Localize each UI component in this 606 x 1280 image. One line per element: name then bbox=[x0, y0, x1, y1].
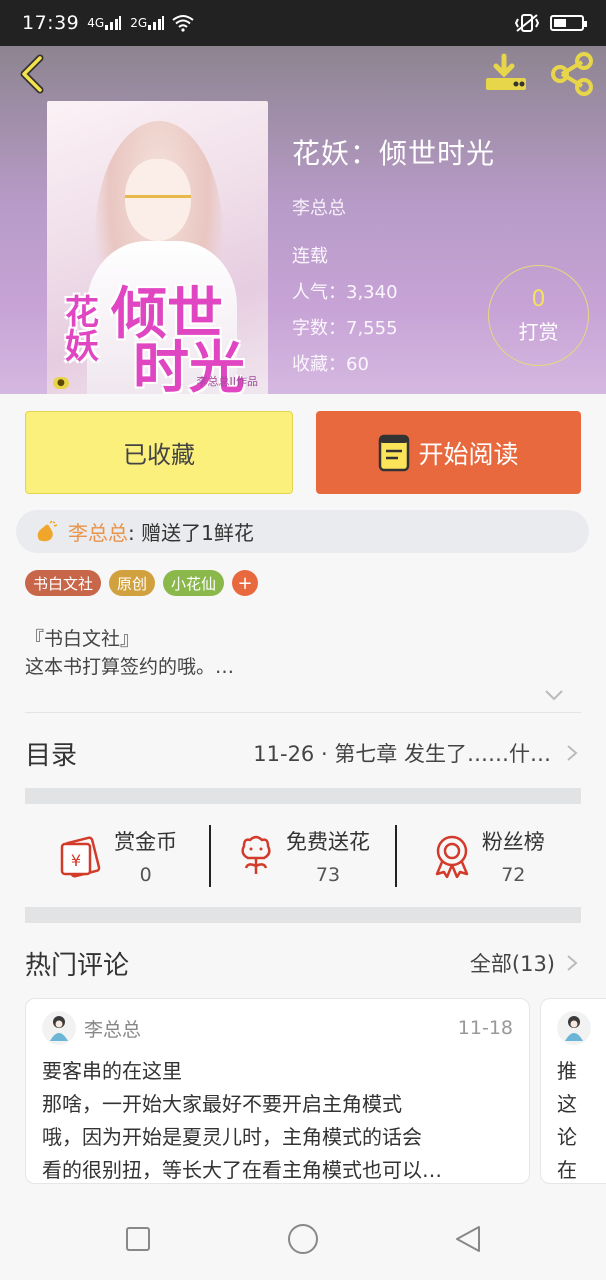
comment-line: 那啥，一开始大家最好不要开启主角模式 bbox=[42, 1092, 402, 1116]
tag-item[interactable]: 书白文社 bbox=[25, 570, 102, 596]
comment-line: 在 bbox=[557, 1158, 577, 1182]
cover-author: 李总总II作品 bbox=[196, 375, 259, 388]
status-bar: 17:39 4G 2G bbox=[0, 0, 606, 46]
book-title: 花妖：倾世时光 bbox=[292, 137, 496, 170]
svg-text:¥: ¥ bbox=[71, 851, 81, 870]
tag-list: 书白文社 原创 小花仙 + bbox=[25, 570, 259, 596]
section-separator bbox=[25, 907, 581, 923]
comment-user[interactable]: 李总总 bbox=[84, 1015, 141, 1042]
status-time: 17:39 bbox=[22, 12, 80, 34]
download-button[interactable] bbox=[482, 52, 530, 96]
flower-icon bbox=[241, 835, 271, 874]
comment-line: 看的很别扭，等长大了在看主角模式也可以… bbox=[42, 1158, 442, 1182]
download-icon bbox=[486, 53, 526, 90]
coin-reward-button[interactable]: ¥ 赏金币 0 bbox=[25, 818, 210, 894]
section-separator bbox=[25, 788, 581, 804]
comment-line: 推 bbox=[557, 1059, 577, 1083]
reward-count: 0 bbox=[531, 286, 546, 312]
all-comments-link[interactable]: 全部(13) bbox=[470, 948, 555, 978]
cover-logo: ● bbox=[53, 377, 69, 389]
signal-icon bbox=[148, 16, 165, 30]
battery-icon bbox=[550, 15, 587, 31]
chevron-right-icon bbox=[567, 745, 578, 761]
tag-item[interactable]: 原创 bbox=[109, 570, 156, 596]
book-popularity: 人气：3,340 bbox=[292, 282, 398, 303]
stat-name: 免费送花 bbox=[285, 830, 370, 854]
signal-2g-label: 2G bbox=[130, 16, 148, 30]
book-word-count: 字数：7,555 bbox=[292, 318, 398, 339]
free-flower-button[interactable]: 免费送花 73 bbox=[210, 818, 395, 894]
stat-name: 赏金币 bbox=[114, 830, 178, 854]
stat-value: 73 bbox=[315, 864, 341, 886]
stat-name: 粉丝榜 bbox=[481, 830, 545, 854]
vibrate-icon bbox=[514, 14, 540, 32]
expand-intro-button[interactable] bbox=[543, 684, 565, 706]
system-nav-bar bbox=[0, 1196, 606, 1280]
book-author[interactable]: 李总总 bbox=[292, 194, 495, 220]
chevron-right-icon bbox=[567, 955, 578, 971]
tag-item[interactable]: 小花仙 bbox=[163, 570, 225, 596]
reward-button[interactable]: 0 打赏 bbox=[488, 265, 589, 366]
hot-comments-header: 热门评论 全部(13) bbox=[25, 938, 581, 988]
wifi-icon bbox=[172, 15, 194, 32]
reward-label: 打赏 bbox=[518, 319, 559, 344]
start-reading-label: 开始阅读 bbox=[418, 439, 519, 469]
intro-line: 这本书打算签约的哦。… bbox=[25, 656, 235, 678]
collect-button[interactable]: 已收藏 bbox=[25, 411, 293, 494]
start-reading-button[interactable]: 开始阅读 bbox=[316, 411, 581, 494]
comment-line: 哦，因为开始是夏灵儿时，主角模式的话会 bbox=[42, 1125, 422, 1149]
stats-row: ¥ 赏金币 0 免费送花 73 粉丝榜 72 bbox=[25, 818, 581, 894]
share-button[interactable] bbox=[548, 52, 596, 96]
book-header: 花妖 倾世 时光 ● 李总总II作品 花妖：倾世时光 李总总 连载 人气：3,3… bbox=[0, 46, 606, 394]
intro-line: 『书白文社』 bbox=[25, 628, 140, 650]
book-status: 连载 bbox=[292, 246, 328, 267]
hot-comments-title: 热门评论 bbox=[25, 950, 130, 981]
back-button[interactable] bbox=[12, 52, 52, 96]
chevron-left-icon bbox=[20, 54, 44, 94]
divider bbox=[395, 825, 397, 887]
fan-ranking-button[interactable]: 粉丝榜 72 bbox=[396, 818, 581, 894]
comment-date: 11-18 bbox=[457, 1017, 513, 1039]
avatar[interactable] bbox=[557, 1011, 591, 1045]
comment-text: 要客串的在这里 那啥，一开始大家最好不要开启主角模式 哦，因为开始是夏灵儿时，主… bbox=[26, 1045, 529, 1183]
divider bbox=[209, 825, 211, 887]
signal-4g-label: 4G bbox=[87, 16, 105, 30]
share-icon bbox=[551, 52, 593, 96]
book-icon bbox=[379, 434, 410, 471]
red-envelope-icon: ¥ bbox=[60, 836, 101, 878]
toc-row[interactable]: 目录 11-26 · 第七章 发生了……什… bbox=[25, 723, 581, 783]
recent-apps-button[interactable] bbox=[125, 1226, 151, 1252]
comment-line: 这 bbox=[557, 1092, 577, 1116]
cover-title-big1: 倾世 bbox=[111, 281, 223, 347]
comment-line: 要客串的在这里 bbox=[42, 1059, 182, 1083]
book-cover[interactable]: 花妖 倾世 时光 ● 李总总II作品 bbox=[47, 101, 268, 394]
clap-icon bbox=[37, 519, 58, 541]
comment-card[interactable]: 推 这 论 在 bbox=[540, 998, 606, 1184]
divider bbox=[25, 712, 581, 713]
home-button[interactable] bbox=[287, 1223, 319, 1255]
gift-user[interactable]: 李总总 bbox=[68, 517, 128, 546]
signal-icon bbox=[105, 16, 122, 30]
stat-value: 72 bbox=[501, 864, 526, 886]
avatar[interactable] bbox=[42, 1011, 76, 1045]
book-intro[interactable]: 『书白文社』 这本书打算签约的哦。… bbox=[25, 625, 234, 681]
medal-icon bbox=[435, 835, 469, 878]
chevron-down-icon bbox=[545, 690, 563, 701]
book-favorites: 收藏：60 bbox=[292, 354, 369, 375]
gift-text: : 赠送了1鲜花 bbox=[128, 521, 254, 545]
comment-line: 论 bbox=[557, 1125, 577, 1149]
gift-notice: 李总总 : 赠送了1鲜花 bbox=[16, 510, 589, 553]
toc-label: 目录 bbox=[25, 740, 78, 771]
cover-title-small: 花妖 bbox=[65, 293, 99, 367]
latest-chapter: 11-26 · 第七章 发生了……什… bbox=[253, 742, 551, 766]
back-nav-button[interactable] bbox=[453, 1224, 483, 1254]
comment-text: 推 这 论 在 bbox=[541, 1045, 606, 1183]
comment-card[interactable]: 李总总 11-18 要客串的在这里 那啥，一开始大家最好不要开启主角模式 哦，因… bbox=[25, 998, 530, 1184]
add-tag-button[interactable]: + bbox=[232, 570, 259, 596]
book-info: 花妖：倾世时光 李总总 连载 人气：3,340 字数：7,555 收藏：60 bbox=[292, 132, 495, 386]
stat-value: 0 bbox=[139, 864, 152, 886]
